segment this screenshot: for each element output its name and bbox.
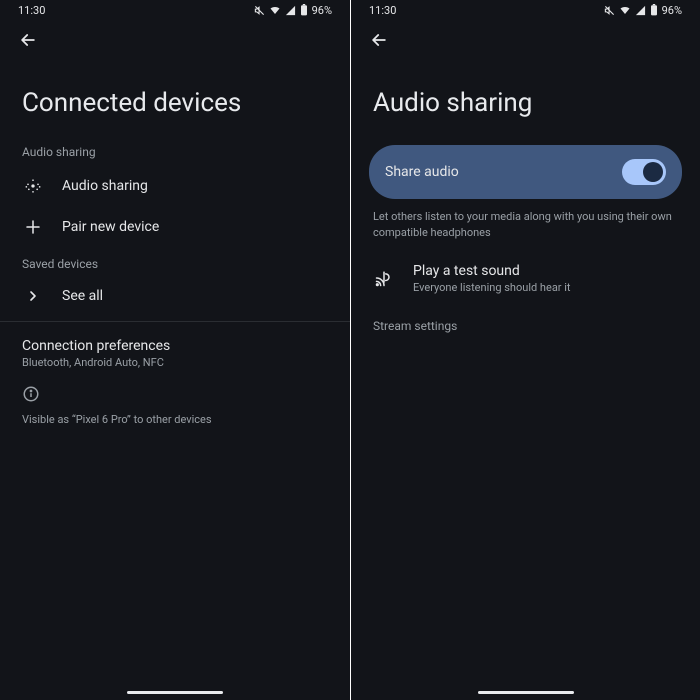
row-sublabel: Everyone listening should hear it bbox=[413, 281, 678, 294]
status-bar: 11:30 96% bbox=[351, 0, 700, 20]
row-connection-preferences[interactable]: Connection preferences Bluetooth, Androi… bbox=[0, 328, 350, 375]
chevron-right-icon bbox=[22, 288, 44, 304]
row-label: Play a test sound bbox=[413, 263, 678, 279]
section-label-saved: Saved devices bbox=[0, 257, 350, 271]
share-audio-description: Let others listen to your media along wi… bbox=[351, 209, 700, 252]
audio-sharing-icon bbox=[22, 176, 44, 196]
screen-audio-sharing: 11:30 96% Audio sharing Share audio bbox=[350, 0, 700, 700]
row-label: Audio sharing bbox=[62, 178, 148, 194]
signal-icon bbox=[285, 5, 296, 16]
toggle-on-icon[interactable] bbox=[622, 159, 666, 185]
nav-handle[interactable] bbox=[127, 691, 223, 694]
row-audio-sharing[interactable]: Audio sharing bbox=[0, 165, 350, 207]
screen-connected-devices: 11:30 96% Connected devices Audio sharin… bbox=[0, 0, 350, 700]
back-button[interactable] bbox=[363, 24, 395, 56]
row-see-all[interactable]: See all bbox=[0, 277, 350, 315]
battery-icon bbox=[650, 4, 658, 16]
visible-as-text: Visible as “Pixel 6 Pro” to other device… bbox=[0, 409, 350, 430]
row-label: Pair new device bbox=[62, 219, 159, 235]
clock: 11:30 bbox=[369, 4, 396, 17]
mute-icon bbox=[254, 5, 265, 16]
row-label: See all bbox=[62, 288, 103, 304]
status-bar: 11:30 96% bbox=[0, 0, 350, 20]
nav-handle[interactable] bbox=[478, 691, 574, 694]
share-audio-toggle-row[interactable]: Share audio bbox=[369, 145, 682, 199]
divider bbox=[0, 321, 350, 322]
row-pair-new-device[interactable]: Pair new device bbox=[0, 207, 350, 247]
battery-percent: 96% bbox=[312, 4, 332, 17]
section-label-stream: Stream settings bbox=[351, 319, 700, 333]
pref-title: Connection preferences bbox=[22, 338, 328, 354]
row-play-test-sound[interactable]: Play a test sound Everyone listening sho… bbox=[351, 252, 700, 305]
wifi-icon bbox=[619, 4, 631, 16]
page-title: Connected devices bbox=[22, 88, 350, 119]
back-button[interactable] bbox=[12, 24, 44, 56]
share-audio-label: Share audio bbox=[385, 164, 459, 180]
battery-percent: 96% bbox=[662, 4, 682, 17]
pref-subtitle: Bluetooth, Android Auto, NFC bbox=[22, 356, 328, 369]
app-bar bbox=[351, 20, 700, 60]
signal-icon bbox=[635, 5, 646, 16]
clock: 11:30 bbox=[18, 4, 45, 17]
battery-icon bbox=[300, 4, 308, 16]
section-label-audio: Audio sharing bbox=[0, 145, 350, 159]
wifi-icon bbox=[269, 4, 281, 16]
page-title: Audio sharing bbox=[373, 88, 700, 119]
plus-icon bbox=[22, 218, 44, 236]
cast-audio-icon bbox=[373, 268, 395, 288]
mute-icon bbox=[604, 5, 615, 16]
info-icon bbox=[0, 375, 350, 409]
app-bar bbox=[0, 20, 350, 60]
